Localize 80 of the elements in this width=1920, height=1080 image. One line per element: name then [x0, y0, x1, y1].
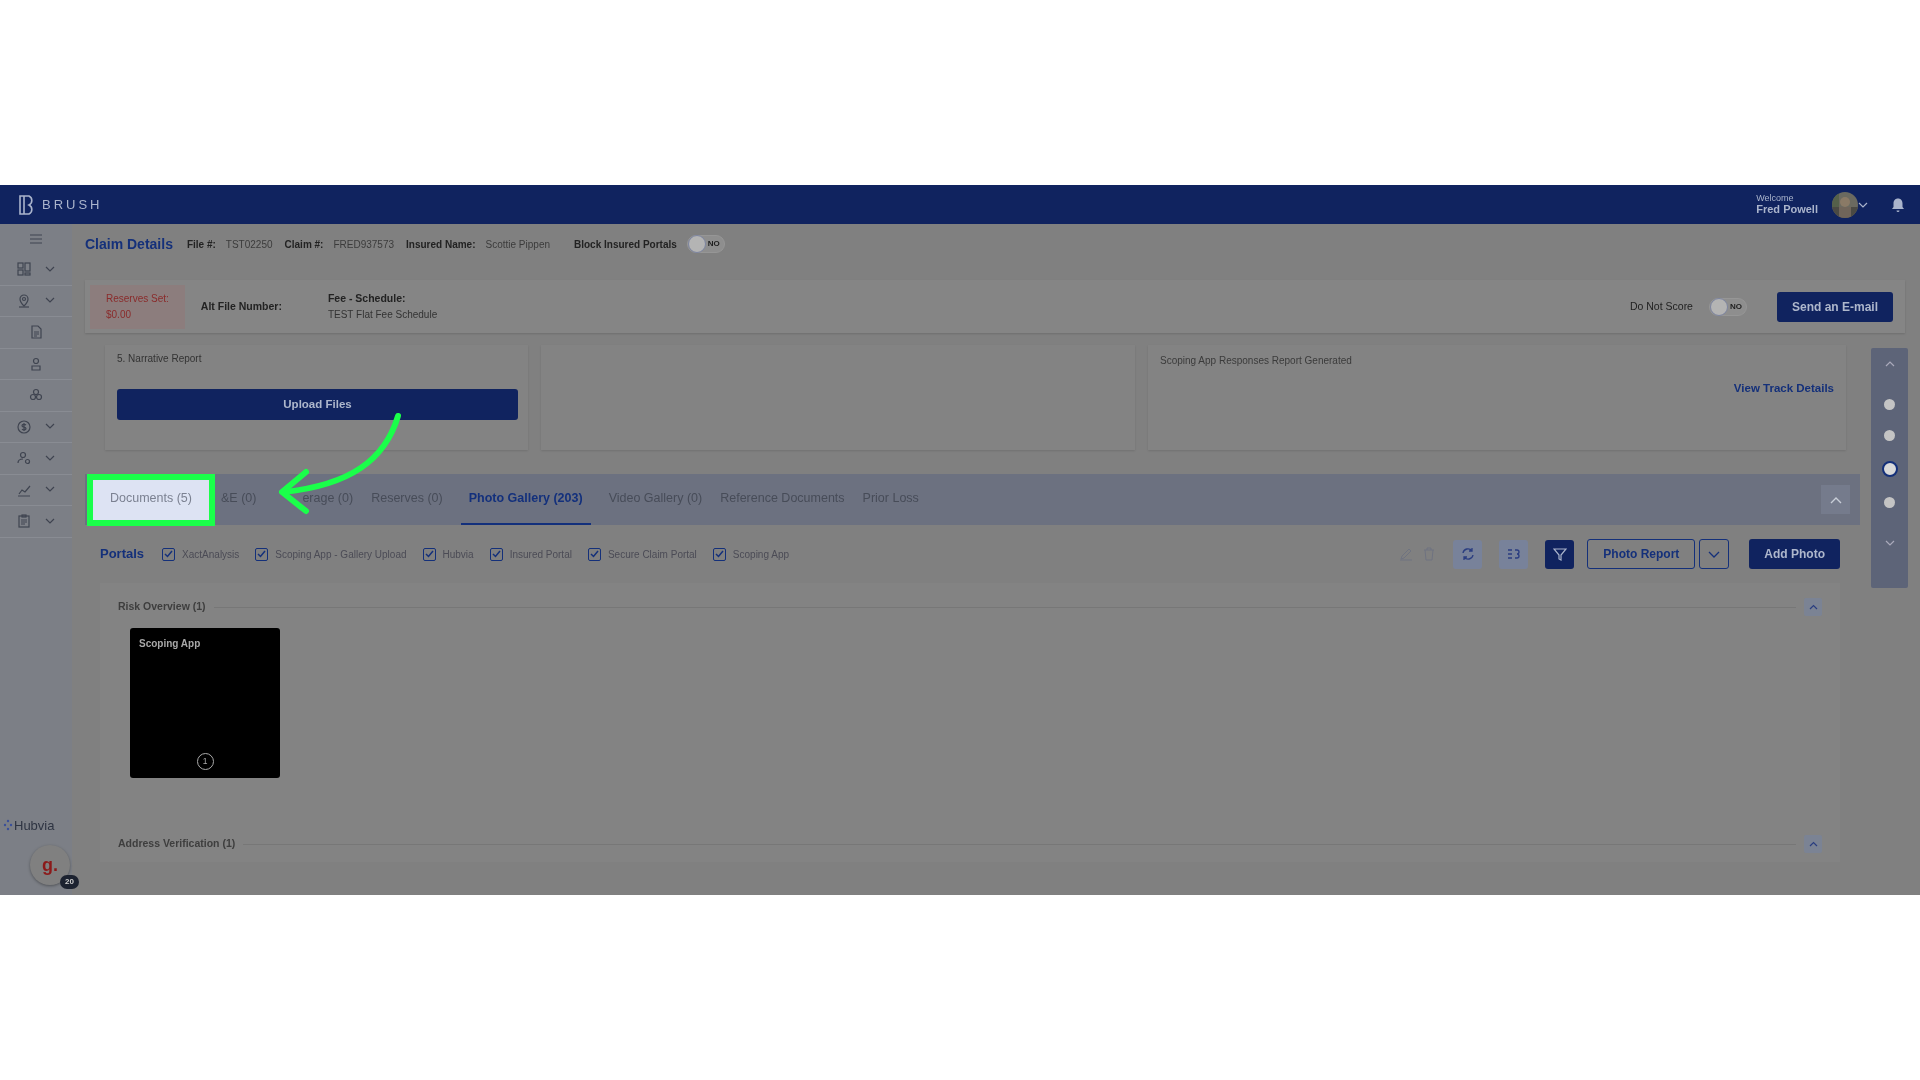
- welcome-label: Welcome: [1756, 193, 1795, 204]
- field-value: FRED937573: [333, 237, 395, 252]
- checkbox[interactable]: [162, 547, 176, 561]
- widget-letter: g.: [42, 853, 58, 877]
- nav-dot[interactable]: [1884, 430, 1895, 441]
- caret-icon[interactable]: [1858, 200, 1868, 209]
- field-value: TST02250: [225, 237, 273, 252]
- collapse-button[interactable]: [1821, 485, 1850, 514]
- toggle-switch[interactable]: NO: [1708, 297, 1747, 316]
- field-label: Block Insured Portals: [574, 237, 677, 252]
- chevron-up-icon: [1808, 841, 1818, 847]
- refresh-icon: [1460, 547, 1475, 561]
- toggle-switch[interactable]: NO: [686, 235, 725, 253]
- chevron-up-icon[interactable]: [1884, 360, 1895, 367]
- tab[interactable]: Photo Gallery (203): [460, 474, 591, 525]
- photo-report-button[interactable]: Photo Report: [1587, 539, 1696, 569]
- album-tile[interactable]: Scoping App 1: [130, 628, 280, 778]
- checkbox[interactable]: [712, 547, 726, 561]
- dollar-icon: [17, 419, 31, 434]
- chevron-down-icon: [45, 486, 55, 494]
- field-value: Scottie Pippen: [485, 237, 550, 252]
- chevron-down-icon: [45, 265, 55, 273]
- people-icon: [29, 388, 43, 403]
- field-label: Insured Name:: [406, 237, 476, 252]
- menu-icon[interactable]: [30, 234, 42, 244]
- collapse-button[interactable]: [1804, 598, 1822, 616]
- location-pin-icon: [17, 293, 31, 308]
- user-name: Fred Powell: [1756, 203, 1818, 216]
- filter-icon: [1552, 547, 1567, 561]
- filter-button[interactable]: [1545, 539, 1575, 569]
- upload-button[interactable]: Upload Files: [117, 389, 518, 420]
- chevron-down-icon: [45, 517, 55, 525]
- checkbox[interactable]: [255, 547, 269, 561]
- chevron-down-icon: [1708, 550, 1721, 559]
- logo-text: BRUSH: [42, 195, 103, 214]
- reserves-value: $0.00: [106, 307, 133, 322]
- document-icon: [29, 325, 43, 340]
- refresh-button[interactable]: [1453, 539, 1483, 569]
- count-badge: 20: [60, 875, 79, 889]
- field-label: Fee - Schedule:: [327, 291, 407, 307]
- clipboard-icon: [17, 514, 31, 529]
- brand-text: Hubvia: [14, 816, 55, 835]
- reserves-label: Reserves Set:: [106, 291, 169, 306]
- field-label: Alt File Number:: [200, 298, 282, 314]
- chevron-down-icon: [45, 297, 55, 305]
- collapse-button[interactable]: [1804, 835, 1822, 853]
- chevron-up-icon: [1829, 495, 1842, 504]
- album-title: Scoping App: [139, 637, 202, 651]
- section-title: Portals: [100, 545, 145, 564]
- chevron-down-icon[interactable]: [1884, 540, 1895, 547]
- checkbox[interactable]: [587, 547, 601, 561]
- page-title: Claim Details: [85, 234, 173, 254]
- chevron-up-icon: [1808, 604, 1818, 610]
- activity-text: Scoping App Responses Report Generated: [1160, 354, 1353, 368]
- nav-dot[interactable]: [1884, 399, 1895, 410]
- nav-dot[interactable]: [1881, 461, 1898, 477]
- section-title: Risk Overview (1): [118, 599, 206, 615]
- notification-bell-icon[interactable]: [1890, 196, 1906, 213]
- narrative-text: 5. Narrative Report: [117, 352, 203, 366]
- section-title: Address Verification (1): [118, 836, 236, 852]
- add-photo-button[interactable]: Add Photo: [1749, 539, 1840, 569]
- send-email-button[interactable]: Send an E-mail: [1776, 291, 1893, 322]
- field-label: Do Not Score: [1629, 298, 1693, 314]
- field-label: File #:: [186, 237, 216, 252]
- chevron-down-icon: [45, 454, 55, 462]
- chevron-down-icon: [45, 423, 55, 431]
- dots-icon: [3, 819, 13, 832]
- list-icon: [1506, 547, 1521, 561]
- logo-icon: [18, 193, 36, 216]
- view-toggle-button[interactable]: [1499, 539, 1529, 569]
- user-settings-icon: [17, 451, 31, 466]
- dashboard-icon: [17, 262, 31, 277]
- nav-dot[interactable]: [1884, 497, 1895, 508]
- checkbox[interactable]: [422, 547, 436, 561]
- person-badge-icon: [29, 356, 43, 371]
- dropdown-button[interactable]: [1699, 539, 1730, 569]
- field-label: Claim #:: [284, 237, 324, 252]
- field-value: TEST Flat Fee Schedule: [327, 307, 438, 322]
- view-track-link[interactable]: View Track Details: [1733, 380, 1834, 398]
- checkbox[interactable]: [489, 547, 503, 561]
